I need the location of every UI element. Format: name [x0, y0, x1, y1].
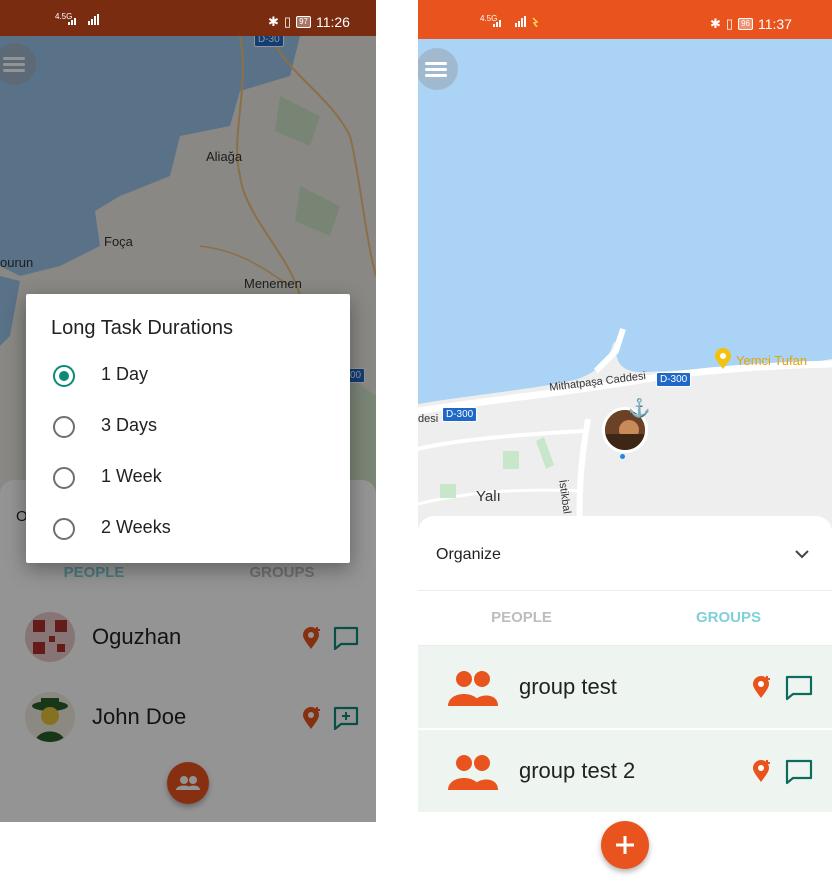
bluetooth-icon: ✱ [710, 16, 721, 31]
poi-pin-icon[interactable] [714, 348, 732, 370]
radio-icon[interactable] [53, 467, 75, 489]
add-location-pin-icon[interactable] [751, 759, 773, 788]
right-phone-screen: 4.5G ✱ ▯ 96 11:37 Yemci Tufan Mithatpaşa… [418, 0, 832, 886]
long-task-durations-dialog: Long Task Durations 1 Day 3 Days 1 Week … [26, 294, 350, 563]
left-phone-screen: 4.5G ✱ ▯ 97 11:26 Aliağa Foça ourun Mene… [0, 0, 376, 822]
map-graphic [418, 39, 832, 539]
road-badge: D-300 [656, 372, 692, 387]
clock: 11:37 [757, 16, 792, 32]
add-group-button[interactable] [601, 821, 649, 869]
organize-label: Organize [436, 546, 501, 563]
map-view[interactable]: Yemci Tufan Mithatpaşa Caddesi D-300 D-3… [418, 39, 832, 539]
list-item[interactable]: group test [418, 646, 832, 728]
add-location-pin-icon[interactable] [751, 675, 773, 704]
radio-selected-icon[interactable] [53, 365, 75, 387]
location-dot [620, 454, 625, 459]
group-name: group test 2 [519, 758, 636, 783]
status-bar: 4.5G ✱ ▯ 96 11:37 [418, 0, 832, 39]
bluetooth-icon: ✱ [268, 14, 279, 29]
option-label: 3 Days [101, 415, 158, 435]
chevron-down-icon[interactable] [794, 546, 810, 564]
plus-icon [601, 836, 649, 873]
dialog-title: Long Task Durations [51, 317, 233, 339]
tab-groups[interactable]: GROUPS [625, 591, 832, 645]
list-item[interactable]: group test 2 [418, 730, 832, 812]
clock: 11:26 [315, 14, 350, 30]
radio-icon[interactable] [53, 416, 75, 438]
status-bar: 4.5G ✱ ▯ 97 11:26 [0, 0, 376, 36]
radio-icon[interactable] [53, 518, 75, 540]
option-label: 1 Week [101, 466, 162, 486]
signal-icon [68, 13, 102, 28]
group-icon [446, 670, 500, 711]
vibrate-icon: ▯ [283, 14, 292, 29]
tab-bar: PEOPLE GROUPS [418, 590, 832, 646]
anchor-icon: ⚓ [628, 398, 651, 418]
group-icon [446, 754, 500, 795]
signal-icon [493, 15, 543, 30]
road-badge: D-300 [442, 407, 478, 422]
duration-option[interactable]: 1 Week [26, 453, 350, 504]
option-label: 1 Day [101, 364, 149, 384]
menu-button[interactable] [418, 48, 458, 90]
duration-option[interactable]: 2 Weeks [26, 504, 350, 555]
map-label-poi: Yemci Tufan [736, 353, 808, 368]
tab-people[interactable]: PEOPLE [418, 591, 625, 645]
chat-icon[interactable] [785, 759, 813, 790]
duration-option[interactable]: 3 Days [26, 402, 350, 453]
group-name: group test [519, 674, 617, 699]
map-label-street: desi [418, 413, 439, 425]
battery-indicator: 96 [738, 18, 753, 30]
chat-icon[interactable] [785, 675, 813, 706]
duration-option[interactable]: 1 Day [26, 351, 350, 402]
battery-indicator: 97 [296, 16, 311, 28]
map-label-district: Yalı [476, 488, 501, 505]
vibrate-icon: ▯ [725, 16, 734, 31]
organize-header[interactable]: Organize [418, 516, 832, 590]
option-label: 2 Weeks [101, 517, 171, 537]
